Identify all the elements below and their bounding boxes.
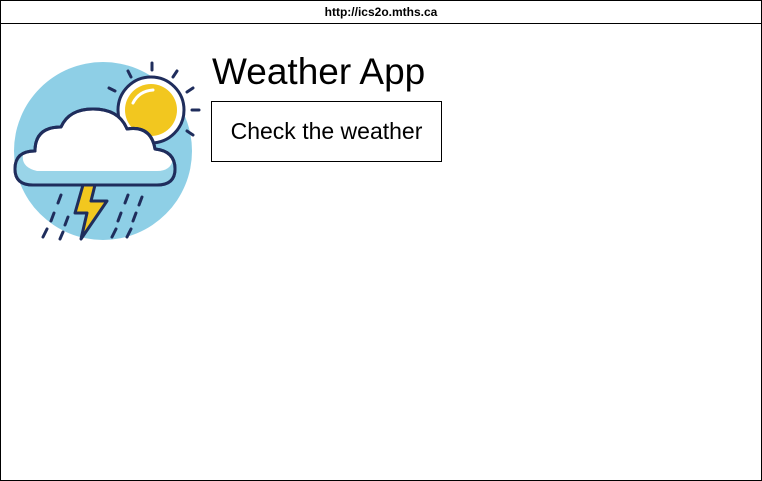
- url-bar[interactable]: http://ics2o.mths.ca: [1, 1, 761, 24]
- browser-window: http://ics2o.mths.ca Weather App Check t…: [0, 0, 762, 481]
- url-text: http://ics2o.mths.ca: [324, 5, 438, 19]
- check-weather-button[interactable]: Check the weather: [211, 101, 442, 162]
- weather-storm-icon: [13, 61, 201, 241]
- page-title: Weather App: [212, 51, 426, 92]
